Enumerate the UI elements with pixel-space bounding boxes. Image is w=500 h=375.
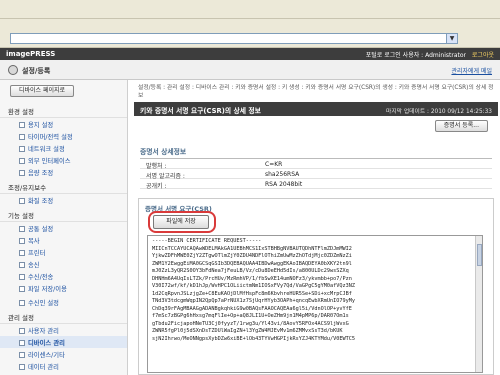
detail-row: 공개키 : RSA 2048bit <box>140 179 492 190</box>
csr-text-area[interactable]: -----BEGIN CERTIFICATE REQUEST----- MIIC… <box>147 235 483 373</box>
browser-toolbar: ▼ <box>0 0 500 48</box>
csr-line: ZWNR5fgPl0j5dSXnDsTZDUlWaIgZN+l3YgZW4MJE… <box>152 328 343 334</box>
menu-group-functions: 기능 설정 <box>0 208 127 222</box>
page-header: 키와 증명서 서명 요구(CSR)의 상세 정보 마지막 업데이트 : 2010… <box>134 102 498 116</box>
detail-row: 발행처 : C=KR <box>140 159 492 170</box>
logout-link[interactable]: 로그아웃 <box>472 52 494 59</box>
sidebar-item-common[interactable]: 공통 설정 <box>0 222 127 234</box>
page-title: 키와 증명서 서명 요구(CSR)의 상세 정보 <box>140 107 261 115</box>
csr-line: sjN2Ihrwo/MeONNgpsXybDZw6xiBE+lOb43TYVwH… <box>152 335 356 342</box>
sidebar-item-image-quality[interactable]: 화질 조정 <box>0 194 127 206</box>
sidebar-item-data-management[interactable]: 데이터 관리 <box>0 360 127 372</box>
csr-line: TNd3V3tdcgmWqpIN2QpQp7aPrNUX1z7SjUqrHYyb… <box>152 298 356 304</box>
save-to-file-button[interactable]: 파일에 저장 <box>153 215 209 229</box>
device-page-button[interactable]: 디바이스 페이지로 <box>10 85 74 97</box>
sidebar-item-interface[interactable]: 외부 인터페이스 <box>0 154 127 166</box>
csr-line: ZWM1Y2EwggEiMA0GCSqGSIb3DQEBAQUAA4IBDwAw… <box>152 260 352 267</box>
csr-line: V30I72wf/kf/kD1hJp/WvHPC1OLiictmNm1IOSxF… <box>152 283 356 289</box>
certificate-details-title: 증명서 상세정보 <box>140 148 187 156</box>
csr-section: 증명서 서명 요구(CSR) 파일에 저장 -----BEGIN CERTIFI… <box>138 198 494 375</box>
sidebar-item-destination[interactable]: 수신인 설정 <box>0 296 127 308</box>
sidebar-item-network[interactable]: 네트워크 설정 <box>0 142 127 154</box>
breadcrumb: 설정/등록 : 관리 설정 : 디바이스 관리 : 키와 증명서 설정 : 키 … <box>138 85 494 99</box>
sidebar-item-paper[interactable]: 용지 설정 <box>0 118 127 130</box>
csr-scrollbar[interactable] <box>475 236 482 372</box>
sidebar-item-send[interactable]: 송신 <box>0 258 127 270</box>
section-title-settings: 설정/등록 <box>22 67 51 75</box>
toolbar-divider <box>0 18 500 19</box>
settings-icon <box>8 65 18 75</box>
sidebar-item-license[interactable]: 라이센스/기타 <box>0 348 127 360</box>
csr-line: gTbdu2FicjapoHNeTU3Cj0fyyzT/1rwg3u/Yl43v… <box>152 320 349 327</box>
detail-value: C=KR <box>265 161 283 168</box>
csr-line: DHNHm6A4UqIsLTZk/PrcHUv/MzRmhVP/1/fbSwXE… <box>152 275 352 282</box>
sidebar: 디바이스 페이지로 환경 설정 용지 설정 타이머/전력 설정 네트워크 설정 … <box>0 80 128 375</box>
page-subheader: 설정/등록 관리자에게 메일 <box>0 60 500 80</box>
detail-label: 공개키 : <box>146 183 167 190</box>
detail-row: 서명 알고리즘 : sha256RSA <box>140 169 492 180</box>
last-updated: 마지막 업데이트 : 2010 09/12 14:25:33 <box>386 108 492 115</box>
sidebar-item-file-storage[interactable]: 파일 저장/이용 <box>0 282 127 294</box>
sidebar-item-receive[interactable]: 수신/전송 <box>0 270 127 282</box>
detail-value: sha256RSA <box>265 171 300 178</box>
main-content: 설정/등록 : 관리 설정 : 디바이스 관리 : 키와 증명서 설정 : 키 … <box>130 80 500 375</box>
csr-line: -----BEGIN CERTIFICATE REQUEST----- <box>152 238 262 244</box>
app-header: imagePRESS 포털로 로그인 사용자 : Administrator 로… <box>0 48 500 60</box>
csr-scroll-thumb[interactable] <box>477 244 482 266</box>
csr-line: YjkwZDFhMWE0ZjY2ZTgwOTlmZjY0ZDU4NDFlOThi… <box>152 253 352 259</box>
header-links: 포털로 로그인 사용자 : Administrator 로그아웃 <box>362 50 494 59</box>
csr-line: f7mSc7zBGPg6hHxsg7mqFlIe+Op+aQ8JLI1U+OeZ… <box>152 313 349 319</box>
address-bar[interactable] <box>10 33 458 44</box>
sidebar-item-volume[interactable]: 음량 조정 <box>0 166 127 178</box>
csr-line: 1d2CqRpvnJSLzjgZe+C8EuKAOjDlMfHspFc8m6Kb… <box>152 290 352 297</box>
register-certificate-button[interactable]: 증명서 등록... <box>434 120 488 132</box>
sidebar-item-printer[interactable]: 프린터 <box>0 246 127 258</box>
csr-line: MIICnTCCAYUCAQAwWDELMAkGA1UEBhMCS1IxSTBH… <box>152 245 352 252</box>
sidebar-item-timer[interactable]: 타이머/전력 설정 <box>0 130 127 142</box>
csr-line: ChDq39rFAgMBAAGgADANBgkqhkiG9w0BAQsFAAOC… <box>152 305 352 312</box>
sidebar-menu: 환경 설정 용지 설정 타이머/전력 설정 네트워크 설정 외부 인터페이스 음… <box>0 102 127 372</box>
address-dropdown-icon[interactable]: ▼ <box>446 34 457 43</box>
csr-line: mJ0ZzL3yQR2S0OY3bFdNea7jFeuLB/Vz/cDu8DeE… <box>152 268 349 274</box>
detail-value: RSA 2048bit <box>265 181 303 188</box>
login-user-info: 포털로 로그인 사용자 : Administrator <box>365 52 466 59</box>
app-logo: imagePRESS <box>6 50 56 58</box>
sidebar-item-copy[interactable]: 복사 <box>0 234 127 246</box>
menu-group-environment: 환경 설정 <box>0 104 127 118</box>
sidebar-item-user-management[interactable]: 사용자 관리 <box>0 324 127 336</box>
menu-group-maintenance: 조정/유지보수 <box>0 180 127 194</box>
menu-group-management: 관리 설정 <box>0 310 127 324</box>
sidebar-item-device-management[interactable]: 디바이스 관리 <box>0 336 127 348</box>
mail-admin-link[interactable]: 관리자에게 메일 <box>451 66 492 75</box>
certificate-details-table: 발행처 : C=KR 서명 알고리즘 : sha256RSA 공개키 : RSA… <box>140 158 492 190</box>
